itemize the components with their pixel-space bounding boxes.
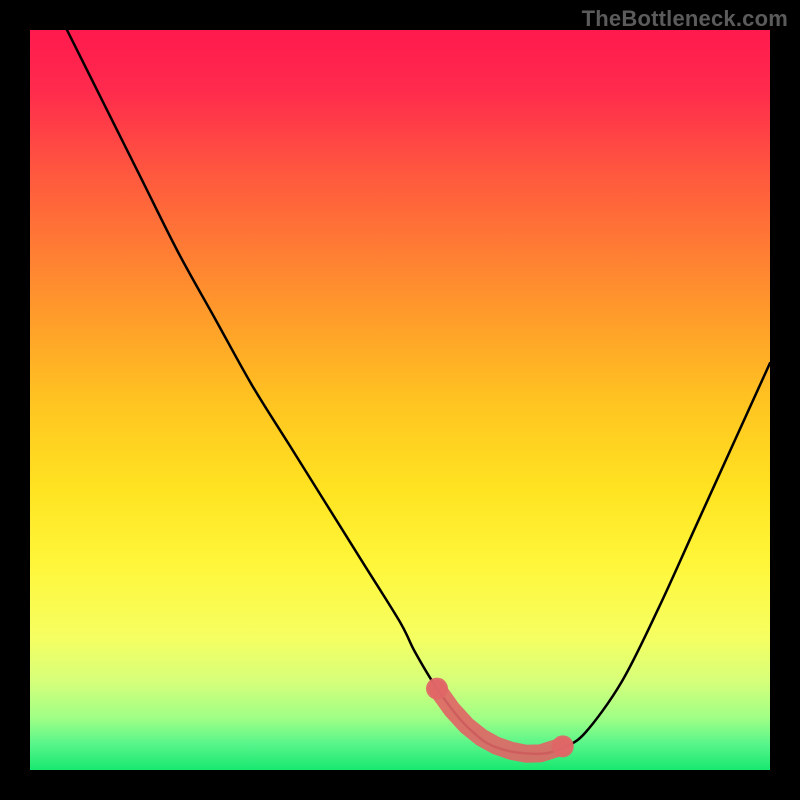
highlight-markers: [30, 30, 770, 770]
watermark-text: TheBottleneck.com: [582, 6, 788, 32]
chart-frame: TheBottleneck.com: [0, 0, 800, 800]
plot-area: [30, 30, 770, 770]
